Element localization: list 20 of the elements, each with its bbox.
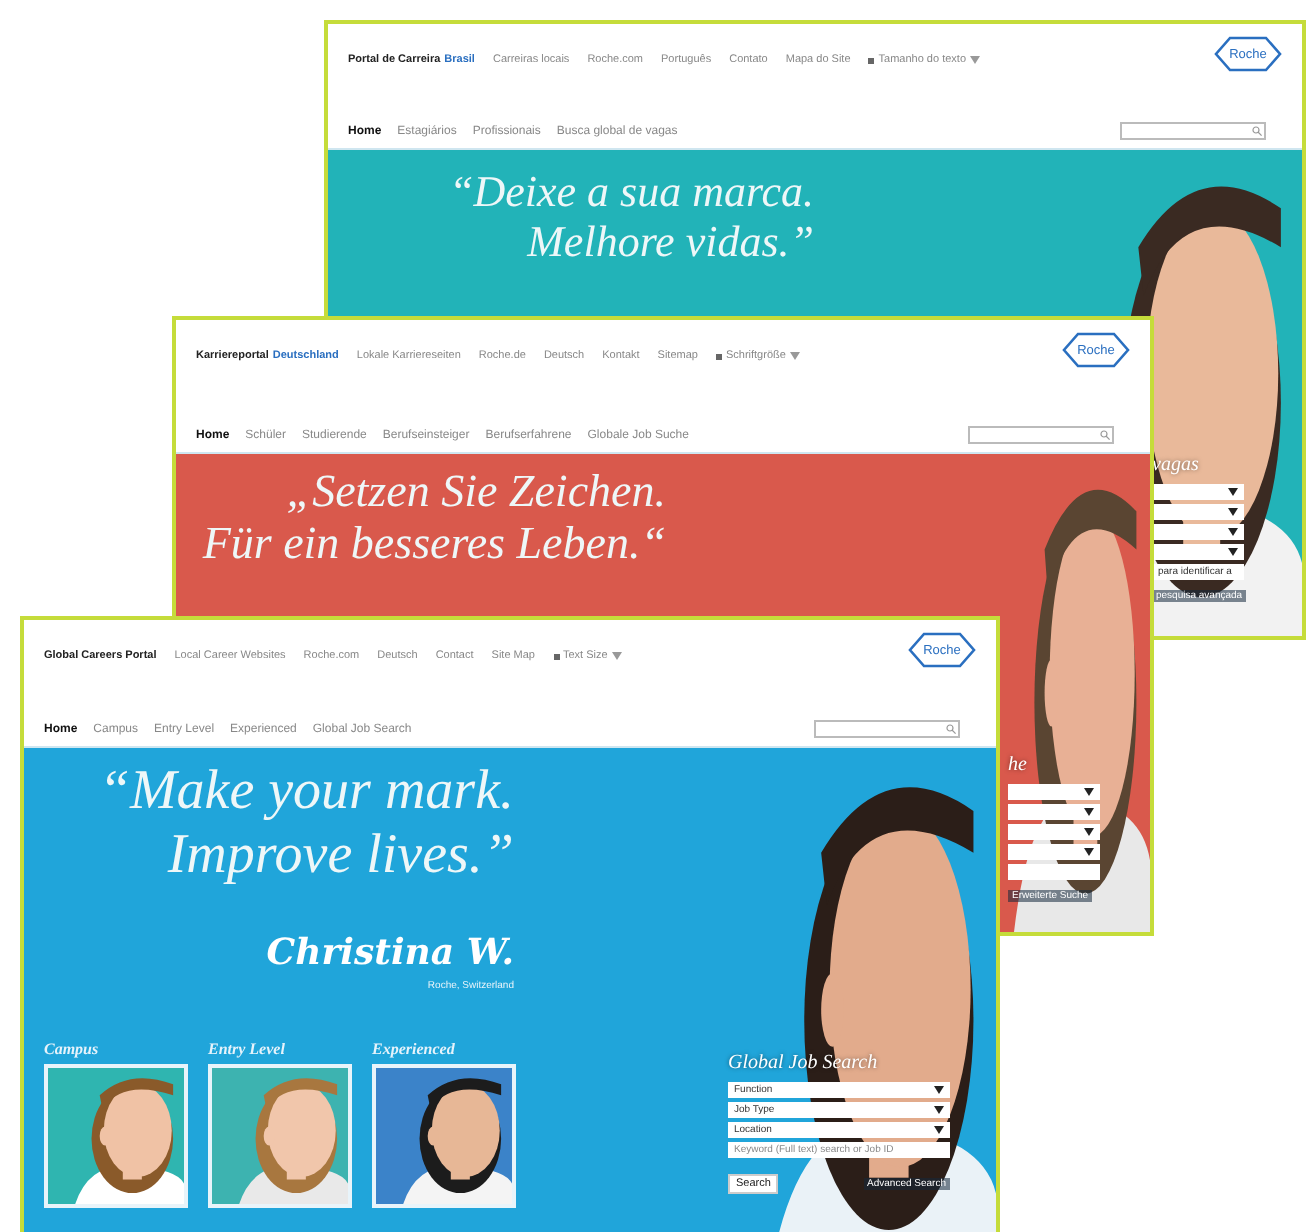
text-size-icon: [868, 57, 875, 63]
hero-quote: “Deixe a sua marca. Melhore vidas.”: [449, 166, 814, 268]
caret-icon: [789, 352, 800, 360]
search-icon: [1252, 126, 1262, 136]
caret-icon: [934, 1106, 944, 1114]
signature: Christina W.: [266, 932, 514, 974]
caret-icon: [934, 1126, 944, 1134]
hero-quote: „Setzen Sie Zeichen. Für ein besseres Leben.“: [202, 466, 666, 572]
search-icon: [946, 724, 956, 734]
section-label[interactable]: Entry Level: [208, 1040, 352, 1058]
caret-icon: [934, 1086, 944, 1094]
text-size-icon: [715, 353, 722, 359]
section-label[interactable]: Experienced: [372, 1040, 516, 1058]
caret-icon: [611, 652, 622, 660]
search-field[interactable]: [1120, 122, 1266, 140]
caret-icon: [970, 56, 981, 64]
hero-quote: “Make your mark. Improve lives.”: [98, 760, 514, 889]
search-field[interactable]: [814, 720, 960, 738]
text-size-icon: [553, 653, 559, 659]
section-label[interactable]: Campus: [44, 1040, 188, 1058]
